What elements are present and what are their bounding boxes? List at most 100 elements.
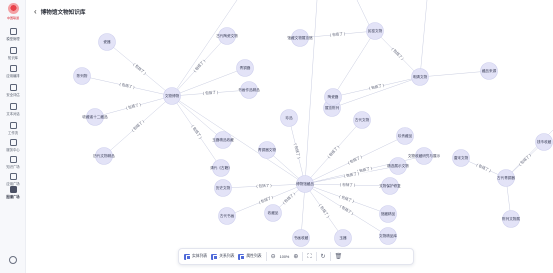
graph-node-label: 博物馆藏品: [296, 181, 314, 186]
edge-label-text: ( 包括了 ): [340, 182, 355, 187]
shield-icon: [9, 84, 17, 91]
graph-node[interactable]: 藏品来源: [480, 62, 498, 80]
edge-label: ( 包括了 ): [347, 154, 363, 166]
graph-node[interactable]: 陈列文物展: [502, 210, 520, 228]
zoom-in-icon[interactable]: ⊕: [293, 254, 298, 260]
graph-node[interactable]: 文物收藏研究与展示: [408, 147, 441, 165]
graph-node-label: 古代陶瓷文物: [216, 33, 238, 38]
graph-node[interactable]: 书画收藏: [292, 229, 310, 247]
edge-label: ( 包括了 ): [258, 194, 274, 206]
graph-node-label: 青铜器文物: [258, 147, 276, 152]
graph-node[interactable]: 瓷器: [98, 33, 116, 51]
knowledge-graph-canvas[interactable]: ( 包括了 ) ( 包括了 ) ( 包括了 ) ( 包括了 ) ( 包括了 ) ( 包括了…: [27, 0, 553, 273]
graph-node-label: 玉器精品收藏: [212, 137, 234, 142]
flow-icon: [9, 65, 17, 72]
graph-node[interactable]: 陶瓷器: [324, 88, 342, 106]
graph-node-label: 清代《古籍》: [210, 165, 232, 170]
attribute-list-label: 属性列表: [246, 254, 262, 258]
edge-label: ( 包括了 ): [281, 191, 296, 206]
graph-node[interactable]: 玉器: [334, 229, 352, 247]
edge-label: ( 包括了 ): [119, 81, 135, 91]
graph-node-label: 珍品: [285, 115, 293, 120]
graph-node[interactable]: 钱币收藏: [535, 133, 553, 151]
graph-node[interactable]: 青铜器: [236, 59, 254, 77]
sidebar-item-label: 文本对话: [6, 112, 20, 116]
edge-label-text: ( 包括了 ): [256, 183, 271, 189]
sidebar-item-cube[interactable]: 模型管理: [1, 27, 25, 45]
graph-node[interactable]: 古代书画: [218, 207, 236, 225]
sidebar-item-workflow[interactable]: 工作流: [1, 121, 25, 139]
entity-list-button[interactable]: 实体列表: [184, 253, 208, 260]
graph-node-label: 古代青铜器: [497, 175, 515, 180]
edge-label: ( 包括了 ): [190, 124, 203, 139]
toolbar-divider: [265, 252, 267, 261]
graph-node[interactable]: 馆藏精品: [379, 205, 397, 223]
edge-label: ( 包括了 ): [125, 102, 141, 111]
graph-node[interactable]: 历史文物: [214, 179, 232, 197]
zoom-level: 100%: [279, 254, 290, 259]
sidebar-item-shield[interactable]: 安全评估: [1, 83, 25, 101]
graph-node-label: 文物博物: [165, 93, 180, 98]
graph-node[interactable]: 清代《古籍》: [210, 159, 232, 177]
graph-node-label: 书画收藏: [294, 235, 309, 240]
graph-node[interactable]: 文物精品库: [379, 227, 397, 245]
sidebar-item-flow[interactable]: 应用编排: [1, 64, 25, 82]
sidebar-item-book[interactable]: 知识库: [1, 46, 25, 64]
sidebar-item-graph[interactable]: 图谱广场: [1, 185, 25, 203]
service-icon: [9, 139, 17, 146]
edge-label-text: ( 包括了 ): [326, 144, 340, 159]
sidebar-item-globe[interactable]: 知识广场: [1, 155, 25, 173]
sidebar-item-label: 模型管理: [6, 37, 20, 41]
edge-label: ( 包括了 ): [368, 82, 384, 92]
graph-node[interactable]: 文物博物: [163, 87, 181, 105]
apps-icon: [9, 173, 17, 180]
edge-label-text: ( 包括了 ): [391, 46, 405, 60]
workflow-icon: [9, 122, 17, 129]
relation-list-button[interactable]: 关系列表: [211, 253, 234, 260]
graph-node-label: 民窑文物: [368, 28, 383, 33]
graph-node[interactable]: 珍品: [280, 109, 298, 127]
graph-node[interactable]: 收藏者十二藏品: [82, 108, 108, 126]
graph-node-label: 青铜器: [240, 65, 251, 70]
graph-node[interactable]: 唐宋文物: [452, 149, 470, 167]
graph-node[interactable]: 历代文物精品: [93, 147, 115, 165]
graph-node-label: 唐宋文物: [454, 155, 469, 160]
edge-label: ( 包括了 ): [326, 144, 341, 159]
graph-edge-offscreen: [304, 0, 318, 185]
graph-edge-offscreen: [419, 0, 428, 78]
graph-node[interactable]: 明清文物: [411, 68, 429, 86]
toolbar-divider: [302, 252, 304, 261]
graph-node[interactable]: 书画作品精品: [238, 81, 260, 99]
graph-node-label: 馆藏文物展览馆: [287, 35, 313, 40]
graph-node[interactable]: 民窑文物: [366, 22, 384, 40]
graph-node-label: 历代文物精品: [93, 153, 115, 158]
attribute-list-button[interactable]: 属性列表: [238, 253, 262, 260]
graph-node-label: 古代文物: [355, 117, 370, 122]
brand-logo[interactable]: 中国联通: [3, 3, 23, 20]
graph-node-label: 收藏品: [268, 210, 279, 215]
sidebar-item-label: 安全评估: [6, 93, 20, 97]
graph-node[interactable]: 博物馆藏品: [296, 175, 314, 193]
cube-icon: [9, 28, 17, 35]
refresh-icon[interactable]: ↻: [321, 254, 326, 260]
graph-node[interactable]: 收藏品: [264, 204, 282, 222]
graph-node[interactable]: 古代文物: [353, 111, 371, 129]
graph-node[interactable]: 陈列物: [73, 67, 91, 85]
collapse-sidebar-icon[interactable]: [9, 256, 17, 264]
sidebar-item-chat[interactable]: 文本对话: [1, 102, 25, 120]
sidebar-item-service[interactable]: 服务中心: [1, 138, 25, 156]
graph-node-label: 陈列文物展: [502, 216, 520, 221]
graph-node[interactable]: 珍贵藏品: [396, 127, 414, 145]
graph-node-label: 文物精品库: [379, 233, 397, 238]
entity-list-label: 实体列表: [192, 254, 208, 258]
graph-node[interactable]: 玉器精品收藏: [212, 131, 234, 149]
graph-node[interactable]: 文物保护修复: [379, 177, 401, 195]
zoom-out-icon[interactable]: ⊖: [271, 254, 276, 260]
fullscreen-icon[interactable]: ⛶: [307, 254, 311, 260]
graph-node[interactable]: 古代陶瓷文物: [216, 27, 238, 45]
graph-node[interactable]: 馆藏文物展览馆: [287, 29, 313, 47]
edge-label: ( 包括了 ): [330, 31, 345, 38]
delete-icon[interactable]: 🗑: [335, 254, 343, 260]
graph-node-label: 馆藏精品: [381, 211, 396, 216]
edge-label-text: ( 包括了 ): [517, 153, 531, 167]
